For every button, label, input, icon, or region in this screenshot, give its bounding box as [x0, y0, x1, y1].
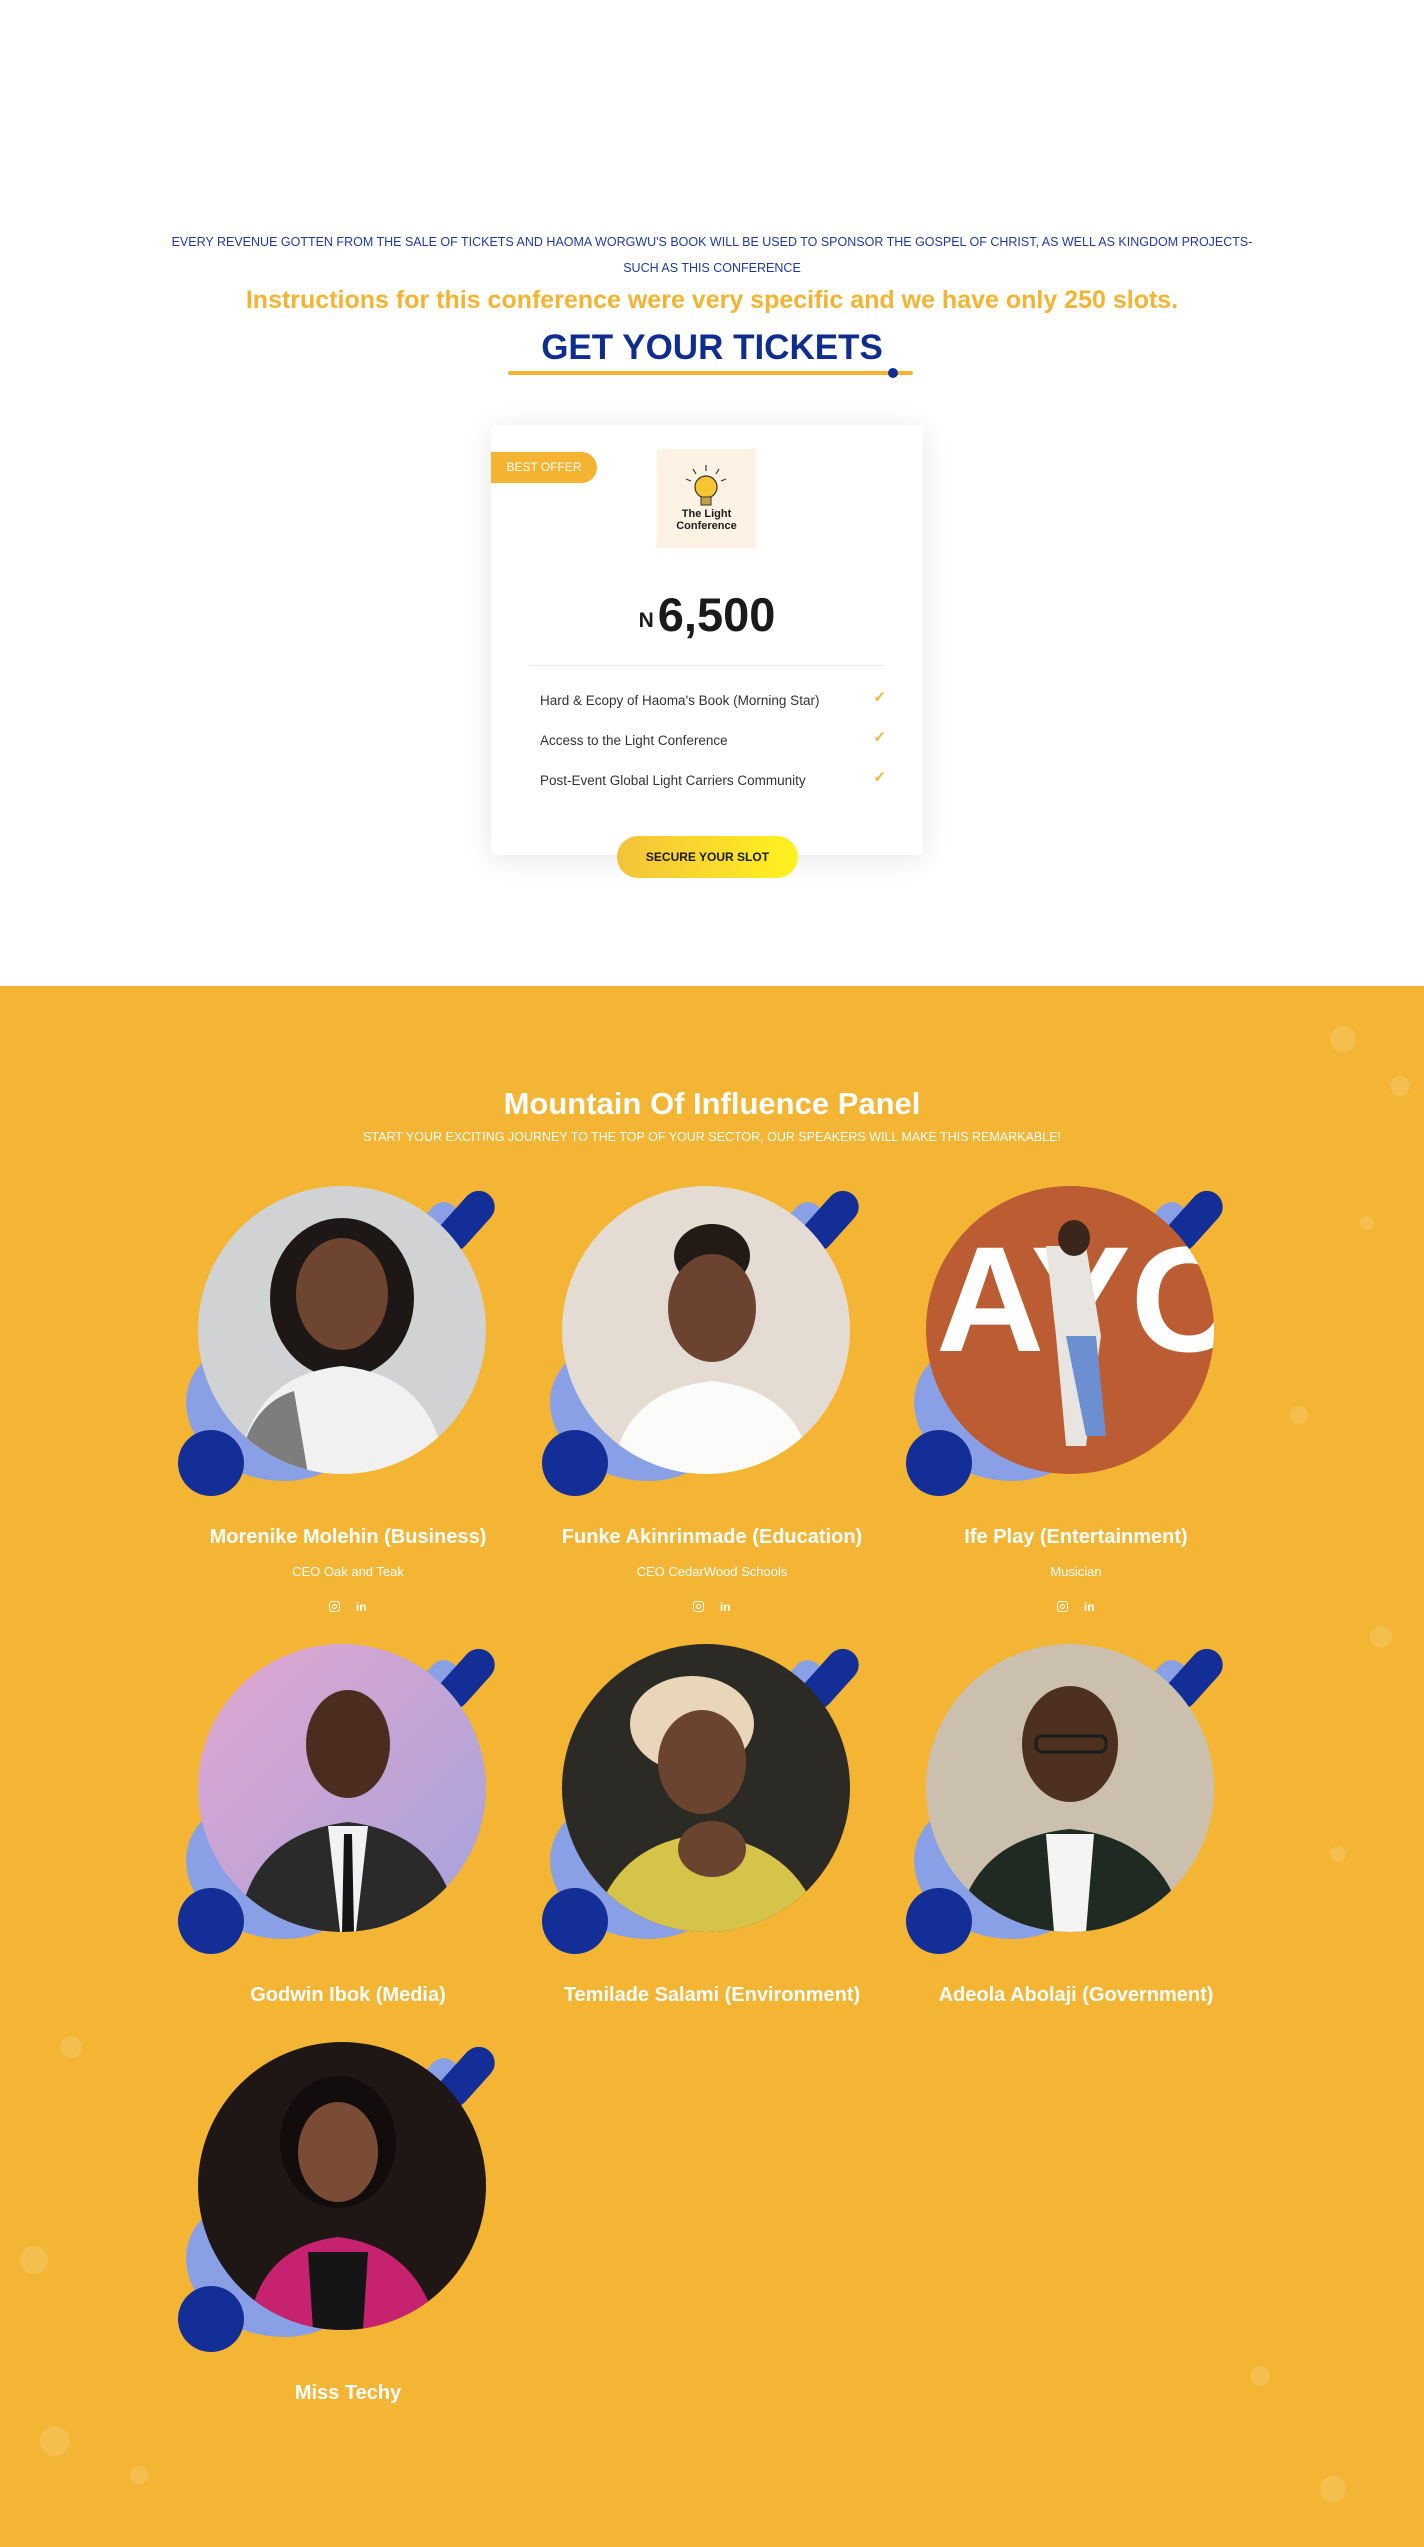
speaker-photo: AYO IFE	[926, 1186, 1214, 1474]
card-divider	[529, 665, 885, 666]
speaker-name: Godwin Ibok (Media)	[250, 1984, 446, 2006]
speaker-role: Musician	[1050, 1564, 1102, 1579]
lightbulb-icon	[685, 465, 727, 506]
speaker-name: Adeola Abolaji (Government)	[938, 1984, 1214, 2006]
instagram-icon[interactable]	[693, 1601, 705, 1612]
speaker-photo	[926, 1644, 1214, 1932]
speaker-photo	[198, 1644, 486, 1932]
shape-decoration	[906, 1430, 972, 1496]
best-offer-badge: BEST OFFER	[491, 452, 597, 483]
speaker-card: Miss Techy	[178, 2040, 502, 2462]
bg-bubble	[1370, 1626, 1392, 1648]
price-amount: 6,500	[657, 588, 776, 641]
speaker-name: Ife Play (Entertainment)	[964, 1526, 1188, 1548]
heading-underline	[508, 371, 913, 375]
feature-list: Hard & Ecopy of Haoma's Book (Morning St…	[540, 688, 886, 808]
speaker-card: Morenike Molehin (Business) CEO Oak and …	[178, 1184, 502, 1614]
price-currency: N	[638, 609, 654, 632]
instagram-icon[interactable]	[1057, 1601, 1069, 1612]
shape-decoration	[178, 1430, 244, 1496]
speaker-social: in	[542, 1600, 882, 1614]
secure-slot-button[interactable]: SECURE YOUR SLOT	[617, 836, 798, 878]
speaker-role: CEO Oak and Teak	[292, 1564, 404, 1579]
feature-item: Post-Event Global Light Carriers Communi…	[540, 768, 886, 808]
speaker-social: in	[178, 1600, 518, 1614]
speaker-card: Funke Akinrinmade (Education) CEO CedarW…	[542, 1184, 866, 1614]
slots-notice: Instructions for this conference were ve…	[245, 286, 1179, 314]
feature-item: Access to the Light Conference ✓	[540, 728, 886, 768]
instagram-icon[interactable]	[329, 1601, 341, 1612]
shape-decoration	[178, 1888, 244, 1954]
check-icon: ✓	[873, 689, 886, 706]
speaker-card: AYO IFE Ife Play (Entertainment) Musicia…	[906, 1184, 1230, 1614]
speaker-role: CEO CedarWood Schools	[636, 1564, 788, 1579]
bg-bubble	[1360, 1216, 1374, 1230]
tickets-heading: GET YOUR TICKETS	[541, 328, 883, 367]
feature-text: Post-Event Global Light Carriers Communi…	[540, 773, 806, 788]
speaker-photo	[562, 1186, 850, 1474]
speaker-card: Temilade Salami (Environment)	[542, 1642, 866, 2064]
speaker-name: Morenike Molehin (Business)	[209, 1526, 487, 1548]
feature-text: Access to the Light Conference	[540, 733, 728, 748]
linkedin-icon[interactable]: in	[1084, 1600, 1095, 1614]
speaker-social: in	[906, 1600, 1246, 1614]
heading-underline-dot	[888, 368, 898, 378]
feature-text: Hard & Ecopy of Haoma's Book (Morning St…	[540, 693, 820, 708]
bg-bubble	[60, 2036, 82, 2058]
speaker-name: Funke Akinrinmade (Education)	[561, 1526, 863, 1548]
speaker-name: Miss Techy	[294, 2382, 402, 2404]
speaker-card: Godwin Ibok (Media)	[178, 1642, 502, 2064]
bg-bubble	[130, 2466, 148, 2484]
donation-notice: EVERY REVENUE GOTTEN FROM THE SALE OF TI…	[171, 235, 1253, 275]
shape-decoration	[906, 1888, 972, 1954]
speaker-card: Adeola Abolaji (Government)	[906, 1642, 1230, 2064]
bg-bubble	[1330, 1026, 1356, 1052]
influence-panel-section: Mountain Of Influence Panel START YOUR E…	[0, 986, 1424, 2547]
logo-text: The Light Conference	[676, 508, 737, 532]
bg-bubble	[1250, 2366, 1270, 2386]
bg-bubble	[1320, 2476, 1346, 2502]
ticket-price: N6,500	[491, 587, 923, 642]
speaker-name: Temilade Salami (Environment)	[563, 1984, 861, 2006]
bg-bubble	[1330, 1846, 1346, 1862]
shape-decoration	[542, 1430, 608, 1496]
conference-logo: The Light Conference	[657, 449, 756, 548]
bg-bubble	[1290, 1406, 1308, 1424]
linkedin-icon[interactable]: in	[356, 1600, 367, 1614]
check-icon: ✓	[873, 769, 886, 786]
speaker-photo	[198, 1186, 486, 1474]
panel-title: Mountain Of Influence Panel	[503, 1086, 921, 1121]
linkedin-icon[interactable]: in	[720, 1600, 731, 1614]
shape-decoration	[542, 1888, 608, 1954]
feature-item: Hard & Ecopy of Haoma's Book (Morning St…	[540, 688, 886, 728]
panel-subtitle: START YOUR EXCITING JOURNEY TO THE TOP O…	[363, 1130, 1061, 1144]
bg-bubble	[20, 2246, 48, 2274]
speaker-photo	[562, 1644, 850, 1932]
ticket-card: BEST OFFER The Light Conference N6,500 H…	[491, 425, 923, 855]
shape-decoration	[178, 2286, 244, 2352]
check-icon: ✓	[873, 729, 886, 746]
speaker-photo	[198, 2042, 486, 2330]
bg-bubble	[40, 2426, 70, 2456]
